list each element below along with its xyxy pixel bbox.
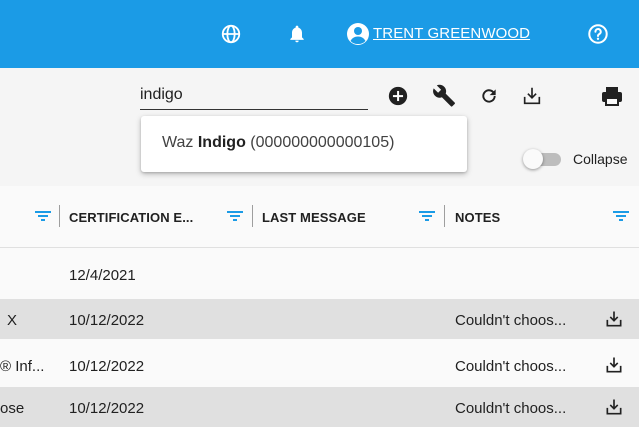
search-field[interactable] <box>140 82 368 110</box>
collapse-label: Collapse <box>573 151 628 167</box>
certification-cell: 10/12/2022 <box>69 358 145 375</box>
wrench-icon[interactable] <box>432 83 458 109</box>
column-header-certification[interactable]: CERTIFICATION E... <box>69 210 193 225</box>
account-circle-icon[interactable] <box>346 22 370 46</box>
toggle-knob[interactable] <box>523 149 543 169</box>
collapse-toggle[interactable] <box>523 149 563 169</box>
name-cell: X <box>7 312 18 329</box>
filter-icon[interactable] <box>34 207 52 225</box>
name-cell: ® Inf... <box>0 358 45 375</box>
certification-cell: 10/12/2022 <box>69 312 145 329</box>
print-icon[interactable] <box>599 83 625 109</box>
column-separator[interactable] <box>444 205 445 227</box>
globe-icon[interactable] <box>219 22 243 46</box>
refresh-icon[interactable] <box>476 83 502 109</box>
name-cell: ose <box>0 400 25 417</box>
search-input[interactable] <box>140 82 368 108</box>
notes-cell: Couldn't choos... <box>455 358 567 375</box>
table-row[interactable]: ® Inf... 10/12/2022 Couldn't choos... <box>0 345 639 385</box>
download-icon[interactable] <box>603 308 625 330</box>
download-icon[interactable] <box>519 83 545 109</box>
column-header-notes[interactable]: NOTES <box>455 210 500 225</box>
add-circle-icon[interactable] <box>385 83 411 109</box>
autocomplete-option[interactable]: Waz Indigo (000000000000105) <box>162 134 394 152</box>
notes-cell: Couldn't choos... <box>455 312 567 329</box>
app-header: TRENT GREENWOOD <box>0 0 639 68</box>
filter-icon[interactable] <box>418 207 436 225</box>
bell-icon[interactable] <box>285 22 309 46</box>
table-row[interactable]: X 10/12/2022 Couldn't choos... <box>0 299 639 339</box>
column-separator[interactable] <box>59 205 60 227</box>
column-header-last-message[interactable]: LAST MESSAGE <box>262 210 366 225</box>
option-prefix: Waz <box>162 134 198 151</box>
help-icon[interactable] <box>586 22 610 46</box>
option-match: Indigo <box>197 134 246 151</box>
column-separator[interactable] <box>252 205 253 227</box>
table-row[interactable]: ose 10/12/2022 Couldn't choos... <box>0 387 639 427</box>
filter-icon[interactable] <box>226 207 244 225</box>
certification-cell: 12/4/2021 <box>69 267 136 284</box>
download-icon[interactable] <box>603 396 625 418</box>
table-row[interactable]: 12/4/2021 <box>0 254 639 294</box>
download-icon[interactable] <box>603 354 625 376</box>
filter-icon[interactable] <box>612 207 630 225</box>
option-suffix: (000000000000105) <box>245 134 395 151</box>
autocomplete-dropdown: Waz Indigo (000000000000105) <box>141 116 467 172</box>
notes-cell: Couldn't choos... <box>455 400 567 417</box>
user-name-link[interactable]: TRENT GREENWOOD <box>373 25 530 42</box>
certification-cell: 10/12/2022 <box>69 400 145 417</box>
